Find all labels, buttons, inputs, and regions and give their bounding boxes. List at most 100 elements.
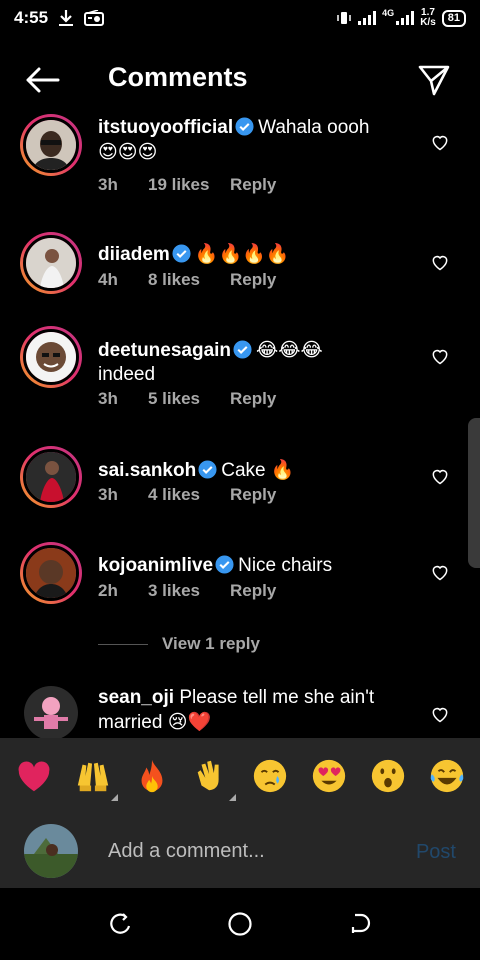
fire-icon [141, 759, 162, 793]
heart-outline-icon[interactable] [430, 346, 450, 366]
share-button[interactable] [414, 60, 454, 100]
system-nav-bar [0, 888, 480, 960]
recents-icon [110, 913, 131, 934]
emoji-quick-bar [0, 738, 480, 814]
comment-emoji: 😍😍😍 [98, 141, 158, 163]
comment-time: 3h [98, 485, 118, 504]
heart-outline-icon[interactable] [430, 132, 450, 152]
comment-meta: 3h 19 likes Reply [98, 175, 276, 195]
clap-emoji-button[interactable] [186, 751, 236, 801]
tears-of-joy-icon [430, 759, 463, 793]
comment-likes[interactable]: 5 likes [148, 389, 230, 409]
back-nav-icon [351, 913, 371, 933]
avatar[interactable] [20, 542, 82, 604]
comment-text: Wahala oooh [258, 117, 370, 138]
comment-emoji: 😂😂😂 [256, 339, 323, 361]
home-icon [228, 912, 252, 936]
avatar[interactable] [20, 326, 82, 388]
clap-icon [197, 760, 219, 791]
status-bar: 4:55 4G 1.7 K/s 81 [0, 0, 480, 36]
verified-badge-icon [235, 117, 254, 136]
fire-emoji-button[interactable] [127, 751, 177, 801]
verified-badge-icon [233, 340, 252, 359]
signal-2-icon [396, 11, 415, 25]
battery-indicator: 81 [441, 9, 466, 27]
heart-eyes-emoji-button[interactable] [304, 751, 354, 801]
divider [98, 643, 148, 645]
network-speed: 1.7 K/s [420, 7, 436, 28]
comment-username[interactable]: diiadem [98, 244, 170, 265]
comment-meta: 3h 4 likes Reply [98, 485, 276, 505]
crying-face-icon [253, 759, 286, 793]
comment-composer: Post [0, 814, 480, 888]
heart-outline-icon[interactable] [430, 704, 450, 724]
avatar[interactable] [20, 232, 82, 294]
view-replies-label: View 1 reply [162, 634, 260, 653]
avatar[interactable] [20, 446, 82, 508]
signal-icon [358, 11, 377, 25]
comment-likes[interactable]: 8 likes [148, 270, 230, 290]
avatar[interactable] [20, 114, 82, 176]
back-nav-button[interactable] [346, 910, 374, 938]
header: Comments [0, 52, 480, 108]
comment-time: 2h [98, 581, 118, 600]
scrollbar[interactable] [468, 418, 480, 568]
reply-button[interactable]: Reply [230, 270, 276, 290]
comment-time: 3h [98, 389, 118, 408]
comments-list[interactable]: itstuoyoofficial Wahala oooh 😍😍😍 3h 19 li… [0, 108, 480, 738]
comment-username[interactable]: sai.sankoh [98, 460, 196, 481]
comment-text: Cake [221, 460, 266, 481]
comment-username[interactable]: deetunesagain [98, 340, 231, 361]
comment-username[interactable]: sean_oji [98, 687, 174, 708]
comment-text: indeed [98, 364, 156, 385]
heart-eyes-icon [312, 759, 345, 793]
vibrate-icon [336, 11, 352, 25]
back-button[interactable] [22, 62, 62, 98]
heart-outline-icon[interactable] [430, 562, 450, 582]
network-type: 4G [382, 8, 395, 18]
comment-emoji: 🔥 [270, 459, 295, 481]
comment-meta: 3h 5 likes Reply [98, 389, 276, 409]
comment-time: 3h [98, 175, 118, 194]
comment-emoji: 😢❤️ [167, 711, 212, 733]
comment-likes[interactable]: 3 likes [148, 581, 230, 601]
comment-time: 4h [98, 270, 118, 289]
surprised-emoji-button[interactable] [363, 751, 413, 801]
verified-badge-icon [215, 555, 234, 574]
page-title: Comments [108, 62, 248, 92]
verified-badge-icon [172, 244, 191, 263]
recents-button[interactable] [106, 910, 134, 938]
heart-emoji-button[interactable] [9, 751, 59, 801]
raised-hands-emoji-button[interactable] [68, 751, 118, 801]
raised-hands-icon [77, 762, 108, 792]
user-avatar [24, 824, 78, 878]
radio-icon [84, 10, 105, 26]
comment-emoji: 🔥🔥🔥🔥 [194, 243, 290, 265]
post-button[interactable]: Post [416, 841, 456, 864]
reply-button[interactable]: Reply [230, 485, 276, 505]
comment-username[interactable]: itstuoyoofficial [98, 117, 233, 138]
comment-text: Nice chairs [238, 555, 333, 576]
avatar[interactable] [24, 686, 78, 738]
reply-button[interactable]: Reply [230, 389, 276, 409]
clock: 4:55 [14, 8, 49, 27]
heart-outline-icon[interactable] [430, 252, 450, 272]
heart-outline-icon[interactable] [430, 466, 450, 486]
heart-icon [18, 761, 49, 792]
comment-username[interactable]: kojoanimlive [98, 555, 213, 576]
cry-emoji-button[interactable] [245, 751, 295, 801]
surprised-face-icon [371, 759, 404, 793]
send-icon [418, 65, 450, 96]
view-replies-button[interactable]: View 1 reply [98, 634, 260, 654]
comment-likes[interactable]: 19 likes [148, 175, 230, 195]
laugh-emoji-button[interactable] [422, 751, 472, 801]
download-icon [58, 9, 74, 27]
comment-input[interactable] [108, 836, 388, 866]
reply-button[interactable]: Reply [230, 175, 276, 195]
comment-meta: 2h 3 likes Reply [98, 581, 276, 601]
comment-likes[interactable]: 4 likes [148, 485, 230, 505]
reply-button[interactable]: Reply [230, 581, 276, 601]
home-button[interactable] [226, 910, 254, 938]
back-arrow-icon [26, 67, 60, 93]
comment-meta: 4h 8 likes Reply [98, 270, 276, 290]
